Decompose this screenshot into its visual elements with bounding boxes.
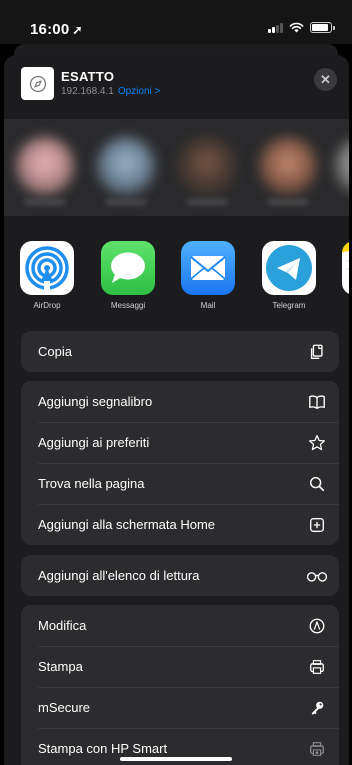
telegram-icon: [262, 241, 316, 295]
print-action[interactable]: Stampa: [21, 646, 339, 687]
cellular-signal-icon: [268, 22, 283, 33]
action-group-page: Aggiungi segnalibro Aggiungi ai preferit…: [21, 381, 339, 545]
close-icon: ✕: [320, 71, 331, 87]
app-telegram[interactable]: Telegram: [262, 241, 316, 310]
find-in-page-label: Trova nella pagina: [38, 476, 145, 491]
contacts-row[interactable]: [4, 119, 349, 216]
contact-avatar[interactable]: [259, 137, 317, 195]
app-messages[interactable]: Messaggi: [101, 241, 155, 310]
action-group-copy: Copia: [21, 331, 339, 372]
apps-row: AirDrop Messaggi Mail Telegram: [4, 216, 349, 321]
hp-smart-print-label: Stampa con HP Smart: [38, 741, 168, 756]
print-label: Stampa: [38, 659, 83, 674]
app-airdrop[interactable]: AirDrop: [20, 241, 74, 310]
home-indicator[interactable]: [120, 757, 232, 761]
location-arrow-icon: ➚: [72, 23, 83, 37]
wifi-icon: [289, 22, 304, 33]
glasses-icon: [304, 566, 330, 586]
msecure-action[interactable]: mSecure: [21, 687, 339, 728]
battery-icon: [310, 22, 335, 33]
status-time: 16:00 ➚: [30, 21, 83, 38]
close-button[interactable]: ✕: [314, 68, 337, 91]
reading-list-label: Aggiungi all'elenco di lettura: [38, 568, 200, 583]
search-icon: [307, 474, 327, 494]
hp-printer-icon: [307, 739, 327, 759]
find-in-page-action[interactable]: Trova nella pagina: [21, 463, 339, 504]
add-bookmark-action[interactable]: Aggiungi segnalibro: [21, 381, 339, 422]
status-bar: 16:00 ➚: [0, 0, 352, 44]
contact-name: [24, 199, 66, 205]
app-label: Mail: [200, 301, 216, 310]
action-group-reading-list: Aggiungi all'elenco di lettura: [21, 555, 339, 596]
contact-name: [105, 199, 147, 205]
star-icon: [307, 433, 327, 453]
app-notes[interactable]: [342, 241, 349, 295]
add-bookmark-label: Aggiungi segnalibro: [38, 394, 153, 409]
site-address: 192.168.4.1: [61, 86, 114, 97]
options-link[interactable]: Opzioni >: [118, 86, 161, 97]
compass-icon: [21, 67, 54, 100]
messages-icon: [101, 241, 155, 295]
contact-avatar[interactable]: [97, 137, 155, 195]
contact-avatar[interactable]: [178, 137, 236, 195]
book-icon: [307, 392, 327, 412]
notes-icon: [342, 241, 349, 295]
key-icon: [307, 698, 327, 718]
markup-action[interactable]: Modifica: [21, 605, 339, 646]
app-mail[interactable]: Mail: [181, 241, 235, 310]
markup-pen-icon: [307, 616, 327, 636]
share-sheet: ESATTO 192.168.4.1 Opzioni > ✕ AirDrop M…: [4, 55, 349, 765]
markup-label: Modifica: [38, 618, 87, 633]
contact-avatar[interactable]: [16, 137, 74, 195]
printer-icon: [307, 657, 327, 677]
copy-label: Copia: [38, 344, 72, 359]
add-favorites-action[interactable]: Aggiungi ai preferiti: [21, 422, 339, 463]
contact-avatar[interactable]: [334, 137, 349, 195]
airdrop-icon: [20, 241, 74, 295]
status-icons: [268, 22, 335, 33]
plus-square-icon: [307, 515, 327, 535]
share-header: ESATTO 192.168.4.1 Opzioni > ✕: [4, 55, 349, 119]
copy-action[interactable]: Copia: [21, 331, 339, 372]
add-home-screen-label: Aggiungi alla schermata Home: [38, 517, 216, 532]
contact-name: [186, 199, 228, 205]
app-label: Messaggi: [110, 301, 146, 310]
add-favorites-label: Aggiungi ai preferiti: [38, 435, 150, 450]
app-label: AirDrop: [33, 301, 61, 310]
contact-name: [267, 199, 309, 205]
add-home-screen-action[interactable]: Aggiungi alla schermata Home: [21, 504, 339, 545]
reading-list-action[interactable]: Aggiungi all'elenco di lettura: [21, 555, 339, 596]
copy-icon: [307, 342, 327, 362]
msecure-label: mSecure: [38, 700, 91, 715]
app-label: Telegram: [272, 301, 306, 310]
status-time-text: 16:00: [30, 21, 70, 38]
action-group-extensions: Modifica Stampa mSecure Stampa con HP Sm…: [21, 605, 339, 765]
site-subtitle: 192.168.4.1 Opzioni >: [61, 86, 160, 97]
site-title: ESATTO: [61, 69, 115, 84]
mail-icon: [181, 241, 235, 295]
